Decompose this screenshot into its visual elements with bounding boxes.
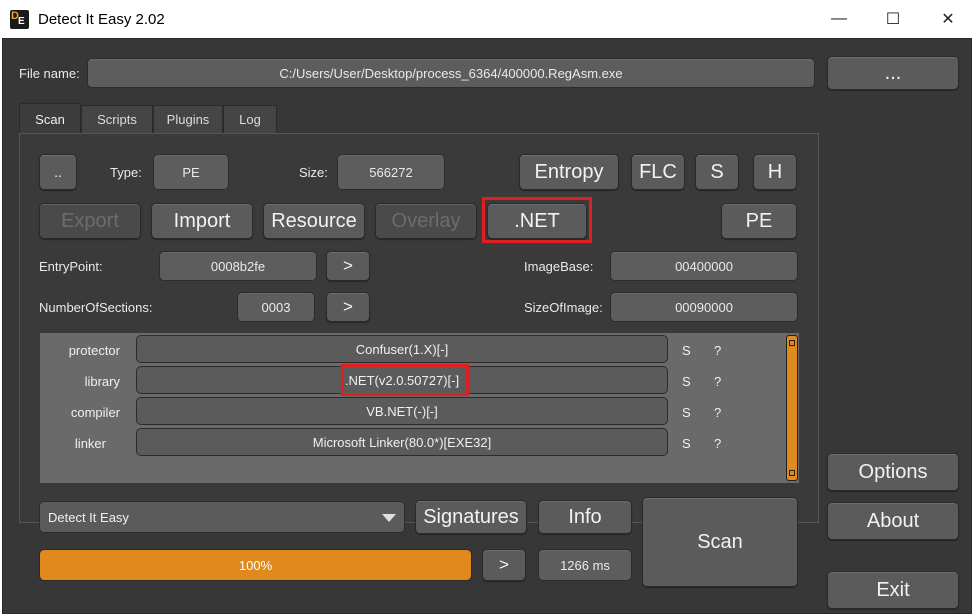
file-path-field[interactable]: C:/Users/User/Desktop/process_6364/40000…	[87, 58, 815, 88]
scan-button[interactable]: Scan	[642, 497, 798, 587]
results-scrollbar[interactable]	[786, 335, 798, 481]
h-button[interactable]: H	[753, 154, 797, 190]
next-button[interactable]: >	[482, 549, 526, 581]
result-signature-button[interactable]: S	[682, 343, 691, 358]
main-window: File name: C:/Users/User/Desktop/process…	[2, 38, 972, 614]
result-info-button[interactable]: ?	[714, 405, 721, 420]
title-bar: DE Detect It Easy 2.02 — ☐ ✕	[0, 0, 974, 38]
sections-value[interactable]: 0003	[237, 292, 315, 322]
import-button[interactable]: Import	[151, 203, 253, 239]
result-type-protector: protector	[68, 343, 120, 358]
result-info-button[interactable]: ?	[714, 343, 721, 358]
browse-button[interactable]: ...	[827, 56, 959, 90]
type-value: PE	[153, 154, 229, 190]
sizeofimage-label: SizeOfImage:	[524, 300, 603, 315]
result-type-library: library	[84, 374, 120, 389]
result-name-linker[interactable]: Microsoft Linker(80.0*)[EXE32]	[136, 428, 668, 456]
exit-button[interactable]: Exit	[827, 571, 959, 609]
database-select[interactable]: Detect It Easy	[39, 501, 405, 533]
scan-time-value: 1266 ms	[538, 549, 632, 581]
result-info-button[interactable]: ?	[714, 374, 721, 389]
scroll-down-icon[interactable]	[789, 470, 795, 476]
die-app-icon: DE	[10, 10, 29, 29]
imagebase-label: ImageBase:	[524, 259, 594, 274]
entrypoint-go-button[interactable]: >	[326, 251, 370, 281]
scroll-up-icon[interactable]	[789, 340, 795, 346]
type-label: Type:	[110, 165, 142, 180]
result-name-compiler[interactable]: VB.NET(-)[-]	[136, 397, 668, 425]
size-value: 566272	[337, 154, 445, 190]
tab-scan[interactable]: Scan	[19, 103, 81, 135]
about-button[interactable]: About	[827, 502, 959, 540]
scan-progress-bar: 100%	[39, 549, 472, 581]
minimize-button[interactable]: —	[816, 4, 862, 34]
export-button[interactable]: Export	[39, 203, 141, 239]
net-button[interactable]: .NET	[487, 203, 587, 239]
result-name-protector[interactable]: Confuser(1.X)[-]	[136, 335, 668, 363]
sizeofimage-value[interactable]: 00090000	[610, 292, 798, 322]
s-button[interactable]: S	[695, 154, 739, 190]
result-type-linker: linker	[74, 436, 106, 451]
tab-plugins[interactable]: Plugins	[153, 105, 223, 133]
imagebase-value[interactable]: 00400000	[610, 251, 798, 281]
chevron-down-icon[interactable]	[382, 514, 396, 522]
scan-results-list: protector Confuser(1.X)[-] S ? library .…	[39, 332, 800, 484]
tab-scripts[interactable]: Scripts	[81, 105, 153, 133]
size-label: Size:	[299, 165, 328, 180]
result-name-library[interactable]: .NET(v2.0.50727)[-]	[136, 366, 668, 394]
sections-label: NumberOfSections:	[39, 300, 153, 315]
resource-button[interactable]: Resource	[263, 203, 365, 239]
entropy-button[interactable]: Entropy	[519, 154, 619, 190]
sections-go-button[interactable]: >	[326, 292, 370, 322]
entrypoint-label: EntryPoint:	[39, 259, 103, 274]
info-button[interactable]: Info	[538, 500, 632, 534]
close-button[interactable]: ✕	[925, 4, 971, 34]
result-signature-button[interactable]: S	[682, 405, 691, 420]
file-name-label: File name:	[19, 66, 80, 81]
progress-text: 100%	[238, 558, 273, 573]
result-signature-button[interactable]: S	[682, 436, 691, 451]
result-info-button[interactable]: ?	[714, 436, 721, 451]
signatures-button[interactable]: Signatures	[415, 500, 527, 534]
options-button[interactable]: Options	[827, 453, 959, 491]
tab-log[interactable]: Log	[223, 105, 277, 133]
flc-button[interactable]: FLC	[631, 154, 685, 190]
pe-button[interactable]: PE	[721, 203, 797, 239]
maximize-button[interactable]: ☐	[870, 4, 916, 34]
overlay-button[interactable]: Overlay	[375, 203, 477, 239]
parent-dir-button[interactable]: ..	[39, 154, 77, 190]
window-title: Detect It Easy 2.02	[38, 11, 165, 28]
database-select-value: Detect It Easy	[48, 510, 129, 525]
entrypoint-value[interactable]: 0008b2fe	[159, 251, 317, 281]
result-type-compiler: compiler	[70, 405, 120, 420]
result-signature-button[interactable]: S	[682, 374, 691, 389]
